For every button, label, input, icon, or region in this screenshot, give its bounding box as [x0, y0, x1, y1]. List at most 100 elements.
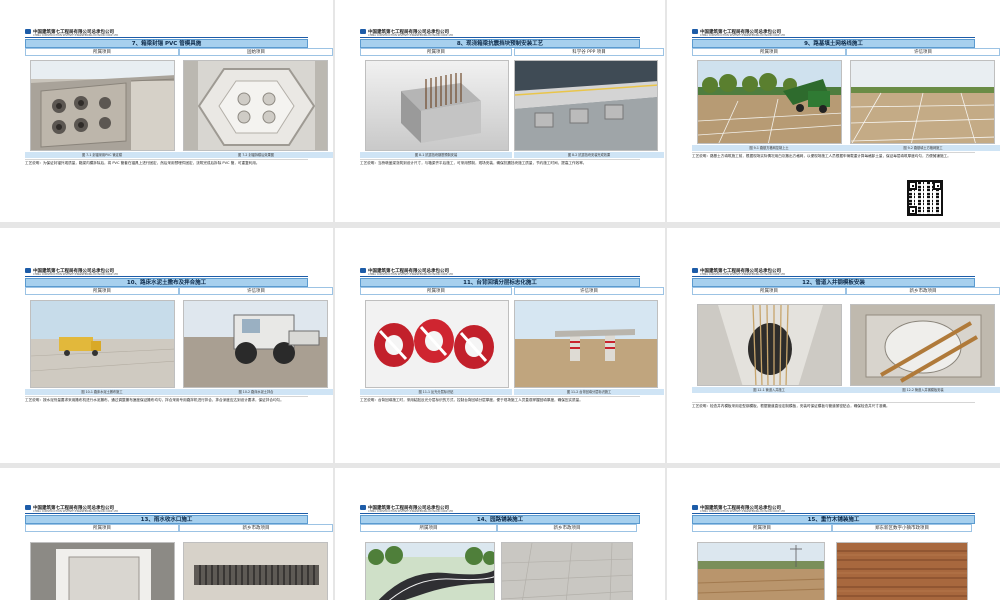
- company-logo-icon: [360, 29, 366, 34]
- photo-dump-truck-grid: [697, 60, 842, 144]
- photo-rain-inlet-box: [30, 542, 175, 600]
- company-logo-icon: [360, 505, 366, 510]
- photo-reflective-tape-rolls: [365, 300, 509, 388]
- header-rule: [692, 276, 975, 277]
- company-header: 中国建筑第七工程局有限公司总承包公司 CHINA CONSTRUCTION SEV…: [360, 505, 453, 513]
- company-header: 中国建筑第七工程局有限公司总承包公司 CHINA CONSTRUCTION SEV…: [360, 29, 453, 37]
- process-description: 工艺说明：当桥墩盖梁浇筑到设计尺寸，与箱梁齐平后施工，可采用预制，现场安装，确保…: [360, 159, 640, 181]
- company-header: 中国建筑第七工程局有限公司总承包公司 CHINA CONSTRUCTION SEV…: [692, 29, 785, 37]
- process-description: 工艺说明：台背回填施工时，采用粘贴反光分层标识的方式，控制台背回填分层厚度，便于…: [360, 396, 640, 418]
- company-header: 中国建筑第七工程局有限公司总承包公司 CHINA CONSTRUCTION SEV…: [25, 29, 118, 37]
- section-title: 10、路床水泥土撒布及拌合施工: [25, 278, 308, 287]
- photo-bamboo-deck-boards: [836, 542, 968, 600]
- left-column-header: 所属项目: [360, 48, 512, 56]
- photo-subgrade-grid-lines: [850, 60, 995, 144]
- company-logo-icon: [25, 505, 31, 510]
- left-photo-caption: 图 7-1 封锚采用PVC 管定模: [25, 152, 179, 158]
- left-column-header: 所属项目: [692, 524, 832, 532]
- company-logo-icon: [692, 268, 698, 273]
- header-rule: [25, 37, 308, 38]
- section-title: 8、现浇箱梁抗震挡块预制安装工艺: [360, 39, 640, 48]
- document-page-9: 中国建筑第七工程局有限公司总承包公司 CHINA CONSTRUCTION SEV…: [667, 0, 1000, 222]
- left-column-header: 所属项目: [25, 287, 179, 295]
- right-column-header: 许信项目: [514, 287, 664, 295]
- left-photo-caption: 图 9-1 路基方格网控制上土: [692, 145, 846, 151]
- document-page-7: 中国建筑第七工程局有限公司总承包公司 CHINA CONSTRUCTION SEV…: [0, 0, 333, 222]
- header-rule: [692, 37, 975, 38]
- qr-finder-icon: [933, 181, 942, 190]
- document-page-15: 中国建筑第七工程局有限公司总承包公司 CHINA CONSTRUCTION SEV…: [667, 468, 1000, 600]
- section-title: 15、重竹木铺装施工: [692, 515, 975, 524]
- right-column-header: 新乡市政项目: [497, 524, 637, 532]
- left-photo-caption: 图 8-1 抗震挡块钢筋预制安装: [360, 152, 512, 158]
- right-column-header: 固始项目: [179, 48, 333, 56]
- document-page-11: 中国建筑第七工程局有限公司总承包公司 CHINA CONSTRUCTION SEV…: [335, 228, 665, 463]
- photo-drain-grate: [183, 542, 328, 600]
- company-header: 中国建筑第七工程局有限公司总承包公司 CHINA CONSTRUCTION SEV…: [360, 268, 453, 276]
- header-rule: [360, 513, 640, 514]
- header-rule: [360, 276, 640, 277]
- process-description: 工艺说明：为保证封锚外观质量，箱梁内模拆除后，将 PVC 管套在锚具上进行固定，…: [25, 159, 308, 181]
- document-page-8: 中国建筑第七工程局有限公司总承包公司 CHINA CONSTRUCTION SEV…: [335, 0, 665, 222]
- right-column-header: 郑东新区数字小镇市政项目: [832, 524, 972, 532]
- section-title: 7、箱梁封锚 PVC 管模具施: [25, 39, 308, 48]
- section-title: 9、路基填土网格线施工: [692, 39, 975, 48]
- qr-finder-icon: [908, 206, 917, 215]
- right-photo-caption: 图 10-2 路床水泥土拌合: [179, 389, 333, 395]
- header-rule: [25, 513, 308, 514]
- header-rule: [692, 513, 975, 514]
- company-header: 中国建筑第七工程局有限公司总承包公司 CHINA CONSTRUCTION SEV…: [692, 505, 785, 513]
- right-photo-caption: 图 11-2 台背回填分层标识施工: [514, 389, 664, 395]
- document-page-12: 中国建筑第七工程局有限公司总承包公司 CHINA CONSTRUCTION SEV…: [667, 228, 1000, 463]
- company-logo-icon: [692, 29, 698, 34]
- process-description: 工艺说明：按水泥剂量要求采用撒布机进行水泥撒布，通过调整撒布速度保证撒布均匀，拌…: [25, 396, 308, 418]
- company-logo-icon: [692, 505, 698, 510]
- section-title: 13、雨水收水口施工: [25, 515, 308, 524]
- photo-cement-spreader: [30, 300, 175, 388]
- photo-bridge-stopper-render: [514, 60, 658, 151]
- left-column-header: 所属项目: [692, 48, 846, 56]
- process-description: 工艺说明：检查井内模板采用定型钢模板，根据管道直径定制模板，安装时保证模板与管道…: [692, 402, 975, 424]
- right-photo-caption: 图 7-2 封锚拆模后效果图: [179, 152, 333, 158]
- company-logo-icon: [25, 268, 31, 273]
- photo-abutment-backfill: [514, 300, 658, 388]
- qr-code: [907, 180, 943, 216]
- photo-paving-surface: [501, 542, 633, 600]
- photo-garden-path: [365, 542, 495, 600]
- right-column-header: 许信项目: [846, 48, 1000, 56]
- left-photo-caption: 图 12-1 管道入井施工: [692, 387, 846, 393]
- company-header: 中国建筑第七工程局有限公司总承包公司 CHINA CONSTRUCTION SEV…: [692, 268, 785, 276]
- section-title: 12、管道入井钢模板安装: [692, 278, 975, 287]
- qr-finder-icon: [908, 181, 917, 190]
- photo-rebar-cage-render: [365, 60, 509, 151]
- document-page-10: 中国建筑第七工程局有限公司总承包公司 CHINA CONSTRUCTION SEV…: [0, 228, 333, 463]
- document-page-13: 中国建筑第七工程局有限公司总承包公司 CHINA CONSTRUCTION SEV…: [0, 468, 333, 600]
- company-header: 中国建筑第七工程局有限公司总承包公司 CHINA CONSTRUCTION SEV…: [25, 505, 118, 513]
- photo-pvc-pipe-formwork: [30, 60, 175, 151]
- header-rule: [360, 37, 640, 38]
- right-photo-caption: 图 12-2 管道入井钢模板安装: [846, 387, 1000, 393]
- left-photo-caption: 图 10-1 路床水泥土撒布施工: [25, 389, 179, 395]
- left-column-header: 所属项目: [360, 287, 512, 295]
- left-column-header: 所属项目: [25, 48, 179, 56]
- photo-manhole-steel-formwork: [850, 304, 995, 386]
- photo-anchor-face-finished: [183, 60, 328, 151]
- process-description: 工艺说明：路基土方填筑施工前，根据现场实际情况用白灰撒出方格网，以便现场施工人员…: [692, 152, 975, 174]
- document-page-14: 中国建筑第七工程局有限公司总承包公司 CHINA CONSTRUCTION SEV…: [335, 468, 665, 600]
- section-title: 11、台背回填分层标志化施工: [360, 278, 640, 287]
- left-column-header: 所属项目: [692, 287, 846, 295]
- right-photo-caption: 图 8-2 抗震挡块安装完成效果: [514, 152, 664, 158]
- section-title: 14、园路铺装施工: [360, 515, 640, 524]
- right-column-header: 科学谷 PPP 项目: [514, 48, 664, 56]
- right-column-header: 许信项目: [179, 287, 333, 295]
- right-photo-caption: 图 9-2 路基填土方格网施工: [846, 145, 1000, 151]
- left-column-header: 所属项目: [25, 524, 179, 532]
- right-column-header: 新乡市政项目: [179, 524, 333, 532]
- right-column-header: 新乡市政项目: [846, 287, 1000, 295]
- company-header: 中国建筑第七工程局有限公司总承包公司 CHINA CONSTRUCTION SEV…: [25, 268, 118, 276]
- company-logo-icon: [25, 29, 31, 34]
- header-rule: [25, 276, 308, 277]
- left-column-header: 所属项目: [360, 524, 497, 532]
- company-logo-icon: [360, 268, 366, 273]
- photo-pipe-into-manhole: [697, 304, 842, 386]
